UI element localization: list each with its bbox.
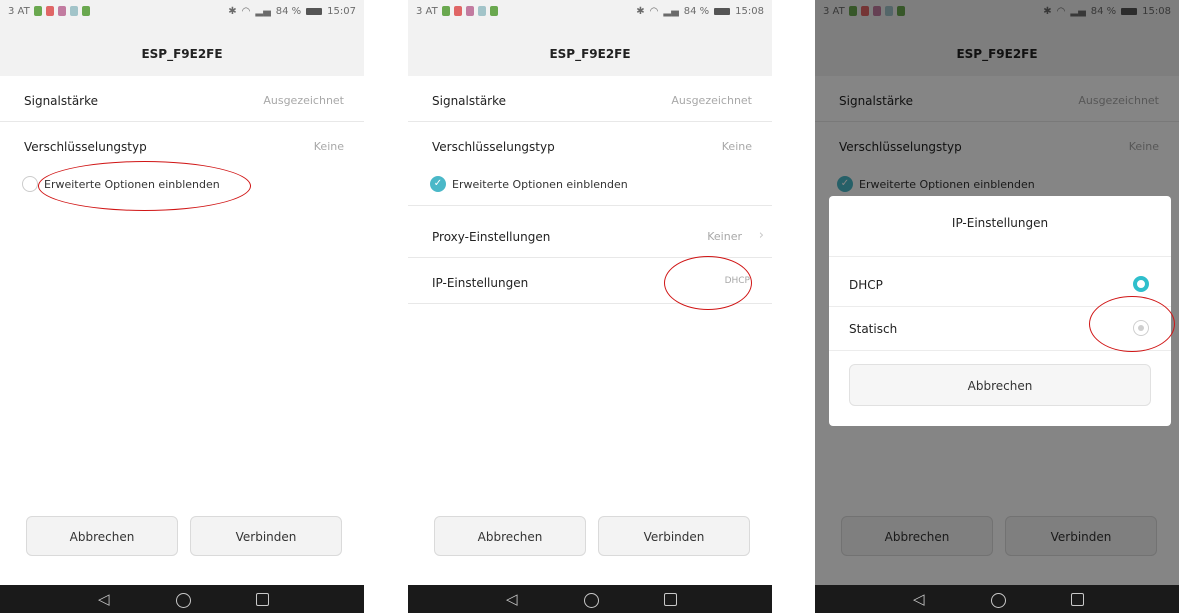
screen-3: 3 AT ✱ ◠ ▂▄ 84 % 15:08 ESP_F9E2FE Signal… — [815, 0, 1179, 613]
status-bar: 3 AT ✱ ◠ ▂▄ 84 % 15:07 — [0, 0, 364, 24]
highlight-oval — [38, 161, 251, 211]
battery-label: 84 % — [275, 6, 302, 17]
option-dhcp-label: DHCP — [849, 278, 883, 292]
page-title: ESP_F9E2FE — [0, 24, 364, 76]
recent-apps-icon[interactable] — [256, 593, 269, 606]
clock: 15:08 — [735, 6, 764, 17]
highlight-oval — [1089, 296, 1175, 352]
wifi-icon: ◠ — [649, 6, 659, 17]
navigation-bar: ◁ — [0, 585, 364, 613]
back-icon[interactable]: ◁ — [98, 590, 110, 608]
notification-icon — [82, 6, 90, 16]
cancel-button[interactable]: Abbrechen — [26, 516, 178, 556]
bluetooth-icon: ✱ — [228, 6, 237, 17]
connect-button[interactable]: Verbinden — [190, 516, 342, 556]
home-icon[interactable] — [991, 593, 1006, 608]
checkbox-checked-icon[interactable]: ✓ — [430, 176, 446, 192]
proxy-value: Keiner — [707, 230, 742, 243]
page-title: ESP_F9E2FE — [408, 24, 772, 76]
signal-icon: ▂▄ — [663, 6, 679, 17]
notification-icon — [58, 6, 66, 16]
advanced-options-checkbox[interactable]: ✓ Erweiterte Optionen einblenden — [408, 162, 772, 206]
navigation-bar: ◁ — [815, 585, 1179, 613]
signal-value: Ausgezeichnet — [263, 94, 344, 107]
signal-label: Signalstärke — [24, 94, 99, 108]
cancel-button[interactable]: Abbrechen — [434, 516, 586, 556]
notification-icon — [454, 6, 462, 16]
encryption-label: Verschlüsselungstyp — [432, 140, 555, 154]
dialog-title: IP-Einstellungen — [951, 216, 1049, 230]
proxy-label: Proxy-Einstellungen — [432, 230, 551, 244]
notification-icon — [466, 6, 474, 16]
dialog-cancel-button[interactable]: Abbrechen — [849, 364, 1151, 406]
screen-2: 3 AT ✱ ◠ ▂▄ 84 % 15:08 ESP_F9E2FE Signal… — [408, 0, 772, 613]
notification-icon — [46, 6, 54, 16]
notification-icons — [34, 6, 90, 16]
battery-label: 84 % — [683, 6, 710, 17]
status-bar: 3 AT ✱ ◠ ▂▄ 84 % 15:08 — [408, 0, 772, 24]
status-right: ✱ ◠ ▂▄ 84 % 15:08 — [636, 6, 764, 17]
home-icon[interactable] — [176, 593, 191, 608]
notification-icons — [442, 6, 498, 16]
signal-row: Signalstärke Ausgezeichnet — [0, 78, 364, 122]
notification-icon — [34, 6, 42, 16]
home-icon[interactable] — [584, 593, 599, 608]
back-icon[interactable]: ◁ — [506, 590, 518, 608]
notification-icon — [490, 6, 498, 16]
notification-icon — [70, 6, 78, 16]
clock: 15:07 — [327, 6, 356, 17]
highlight-oval — [664, 256, 752, 310]
wifi-icon: ◠ — [241, 6, 251, 17]
encryption-value: Keine — [721, 140, 752, 153]
navigation-bar: ◁ — [408, 585, 772, 613]
radio-selected-icon[interactable] — [1133, 276, 1149, 292]
signal-value: Ausgezeichnet — [671, 94, 752, 107]
recent-apps-icon[interactable] — [664, 593, 677, 606]
signal-row: Signalstärke Ausgezeichnet — [408, 78, 772, 122]
notification-icon — [442, 6, 450, 16]
status-right: ✱ ◠ ▂▄ 84 % 15:07 — [228, 6, 356, 17]
bluetooth-icon: ✱ — [636, 6, 645, 17]
notification-icon — [478, 6, 486, 16]
ip-label: IP-Einstellungen — [432, 276, 529, 290]
screen-1: 3 AT ✱ ◠ ▂▄ 84 % 15:07 ESP_F9E2FE Signal… — [0, 0, 364, 613]
carrier-label: 3 AT — [416, 6, 438, 17]
proxy-settings-row[interactable]: Proxy-Einstellungen Keiner › — [408, 214, 772, 258]
battery-icon — [714, 8, 731, 15]
chevron-right-icon: › — [758, 228, 764, 243]
back-icon[interactable]: ◁ — [913, 590, 925, 608]
encryption-value: Keine — [313, 140, 344, 153]
checkbox-unchecked-icon[interactable] — [22, 176, 38, 192]
connect-button[interactable]: Verbinden — [598, 516, 750, 556]
divider — [829, 256, 1171, 257]
carrier-label: 3 AT — [8, 6, 30, 17]
recent-apps-icon[interactable] — [1071, 593, 1084, 606]
battery-icon — [306, 8, 323, 15]
encryption-label: Verschlüsselungstyp — [24, 140, 147, 154]
advanced-options-label: Erweiterte Optionen einblenden — [452, 178, 628, 191]
option-static-label: Statisch — [849, 322, 898, 336]
signal-icon: ▂▄ — [255, 6, 271, 17]
signal-label: Signalstärke — [432, 94, 507, 108]
